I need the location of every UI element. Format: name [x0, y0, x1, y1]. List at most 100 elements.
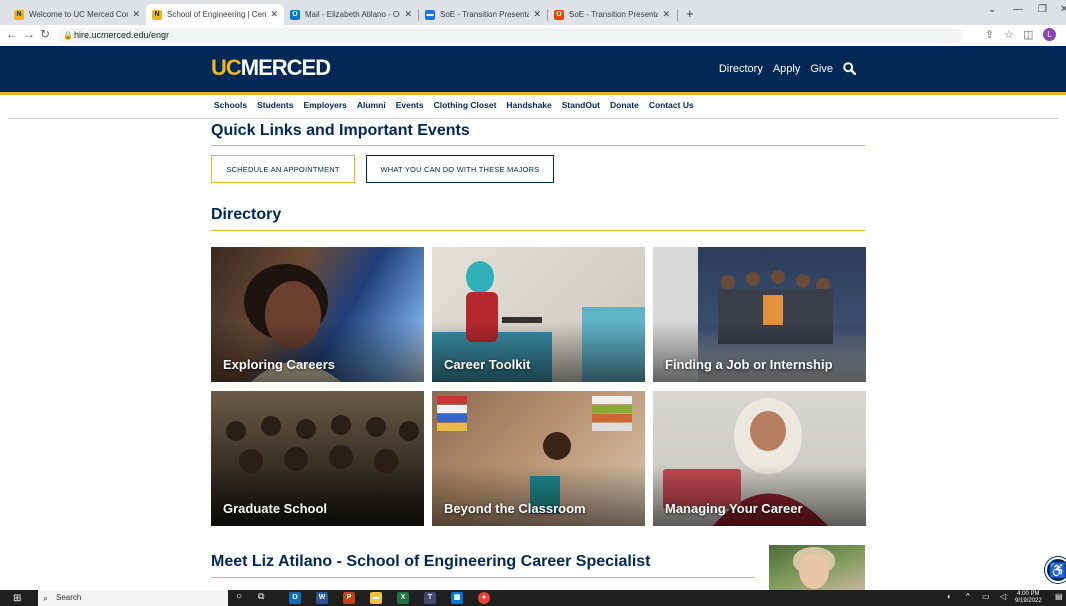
cortana-icon[interactable]: ○ — [236, 591, 242, 602]
bookmark-star-icon[interactable]: ☆ — [1004, 28, 1014, 41]
teams-app-icon[interactable]: T — [424, 592, 436, 604]
tab-soe-presentation-2[interactable]: O SoE - Transition Presentation FA ✕ — [548, 4, 676, 25]
nav-donate[interactable]: Donate — [610, 100, 639, 110]
nav-standout[interactable]: StandOut — [562, 100, 600, 110]
forward-icon[interactable]: → — [23, 27, 35, 41]
network-icon[interactable]: ▭ — [982, 592, 990, 601]
give-link[interactable]: Give — [810, 63, 833, 75]
url-field[interactable]: 🔒 hire.ucmerced.edu/engr — [58, 28, 963, 43]
url-text: hire.ucmerced.edu/engr — [74, 30, 170, 40]
outlook-app-icon[interactable]: O — [289, 592, 301, 604]
card-graduate-school[interactable]: Graduate School — [211, 391, 424, 526]
majors-button[interactable]: WHAT YOU CAN DO WITH THESE MAJORS — [366, 155, 554, 183]
card-label: Exploring Careers — [223, 357, 335, 372]
uc-merced-logo[interactable]: UCMERCED — [211, 55, 331, 81]
close-tab-icon[interactable]: ✕ — [270, 9, 278, 20]
profile-avatar[interactable]: L — [1043, 28, 1056, 41]
nav-alumni[interactable]: Alumni — [357, 100, 386, 110]
card-shade — [432, 465, 645, 526]
tab-school-of-engineering[interactable]: N School of Engineering | Center fo ✕ — [146, 4, 284, 25]
card-shade — [211, 321, 424, 382]
slides-favicon-icon: ▬ — [425, 9, 435, 20]
secondary-nav: Schools Students Employers Alumni Events… — [214, 100, 704, 110]
volume-icon[interactable]: ◁ — [1000, 592, 1006, 601]
word-app-icon[interactable]: W — [316, 592, 328, 604]
task-view-icon[interactable]: ⧉ — [258, 591, 264, 602]
specialist-photo — [769, 545, 865, 590]
card-shade — [653, 465, 866, 526]
uc-favicon-icon: N — [14, 9, 24, 20]
back-icon[interactable]: ← — [6, 27, 18, 41]
close-tab-icon[interactable]: ✕ — [533, 9, 541, 20]
taskbar-search-text: Search — [56, 593, 82, 602]
tab-title: Mail - Elizabeth Atilano - Outloo — [305, 10, 400, 19]
notifications-icon[interactable]: ▤ — [1055, 592, 1063, 601]
calendar-app-icon[interactable]: ▦ — [451, 592, 463, 604]
card-exploring-careers[interactable]: Exploring Careers — [211, 247, 424, 382]
logo-uc: UC — [211, 55, 242, 80]
windows-taskbar: ⊞ ⌕ Search ○ ⧉ O W P ▬ X T ▦ ● ◐ ^ ▭ ◁ 4… — [0, 590, 1066, 606]
nav-events[interactable]: Events — [396, 100, 424, 110]
taskbar-clock[interactable]: 4:00 PM 9/19/2022 — [1015, 591, 1042, 605]
card-label: Beyond the Classroom — [444, 501, 586, 516]
header-links: Directory Apply Give — [719, 62, 856, 75]
nav-employers[interactable]: Employers — [303, 100, 346, 110]
apply-link[interactable]: Apply — [773, 63, 801, 75]
close-window-icon[interactable]: ✕ — [1060, 4, 1066, 15]
close-tab-icon[interactable]: ✕ — [662, 9, 670, 20]
card-beyond-classroom[interactable]: Beyond the Classroom — [432, 391, 645, 526]
weather-icon[interactable]: ◐ — [947, 592, 952, 601]
clock-time: 4:00 PM — [1017, 591, 1040, 597]
specialist-heading: Meet Liz Atilano - School of Engineering… — [211, 553, 651, 570]
card-shade — [653, 321, 866, 382]
card-label: Managing Your Career — [665, 501, 803, 516]
share-icon[interactable]: ⇪ — [985, 28, 994, 41]
excel-app-icon[interactable]: X — [397, 592, 409, 604]
address-bar-row: ← → ↻ 🔒 hire.ucmerced.edu/engr ⇪ ☆ ◫ L — [0, 25, 1066, 47]
tab-title: School of Engineering | Center fo — [167, 10, 267, 19]
reload-icon[interactable]: ↻ — [40, 27, 50, 41]
office-favicon-icon: O — [554, 9, 564, 20]
nav-schools[interactable]: Schools — [214, 100, 247, 110]
card-label: Graduate School — [223, 501, 328, 516]
file-explorer-icon[interactable]: ▬ — [370, 592, 382, 604]
tab-search-icon[interactable]: ⌄ — [988, 4, 996, 15]
show-hidden-icons[interactable]: ^ — [966, 592, 970, 601]
close-tab-icon[interactable]: ✕ — [132, 9, 140, 20]
heading-underline — [211, 145, 865, 146]
schedule-appointment-button[interactable]: SCHEDULE AN APPOINTMENT — [211, 155, 355, 183]
taskbar-search[interactable]: ⌕ Search — [38, 590, 228, 606]
directory-link[interactable]: Directory — [719, 63, 763, 75]
side-panel-icon[interactable]: ◫ — [1023, 28, 1033, 41]
site-header: UCMERCED Directory Apply Give — [0, 46, 1066, 95]
chrome-app-icon[interactable]: ● — [478, 592, 490, 604]
card-managing-career[interactable]: Managing Your Career — [653, 391, 866, 526]
search-icon: ⌕ — [43, 593, 49, 603]
card-career-toolkit[interactable]: Career Toolkit — [432, 247, 645, 382]
nav-divider — [8, 118, 1058, 119]
directory-heading: Directory — [211, 206, 282, 223]
nav-clothing-closet[interactable]: Clothing Closet — [434, 100, 497, 110]
nav-students[interactable]: Students — [257, 100, 293, 110]
uc-favicon-icon: N — [152, 9, 162, 20]
search-icon[interactable] — [843, 62, 856, 75]
accessibility-icon[interactable]: ♿ — [1045, 557, 1066, 583]
tab-title: Welcome to UC Merced Connect — [29, 10, 129, 19]
close-tab-icon[interactable]: ✕ — [404, 9, 412, 20]
windows-start-icon[interactable]: ⊞ — [13, 593, 21, 604]
logo-merced: MERCED — [240, 55, 331, 80]
tab-soe-presentation-1[interactable]: ▬ SoE - Transition Presentation FA ✕ — [419, 4, 547, 25]
new-tab-button[interactable]: + — [686, 6, 694, 21]
minimize-icon[interactable]: — — [1013, 4, 1023, 15]
tab-uc-merced-connect[interactable]: N Welcome to UC Merced Connect ✕ — [8, 4, 146, 25]
restore-icon[interactable]: ❐ — [1038, 4, 1047, 15]
powerpoint-app-icon[interactable]: P — [343, 592, 355, 604]
card-finding-job[interactable]: Finding a Job or Internship — [653, 247, 866, 382]
nav-handshake[interactable]: Handshake — [506, 100, 551, 110]
card-label: Career Toolkit — [444, 357, 531, 372]
quick-links-heading: Quick Links and Important Events — [211, 122, 470, 139]
nav-contact-us[interactable]: Contact Us — [649, 100, 694, 110]
card-label: Finding a Job or Internship — [665, 357, 833, 372]
browser-tab-strip: N Welcome to UC Merced Connect ✕ N Schoo… — [0, 0, 1066, 25]
tab-outlook-mail[interactable]: O Mail - Elizabeth Atilano - Outloo ✕ — [284, 4, 418, 25]
